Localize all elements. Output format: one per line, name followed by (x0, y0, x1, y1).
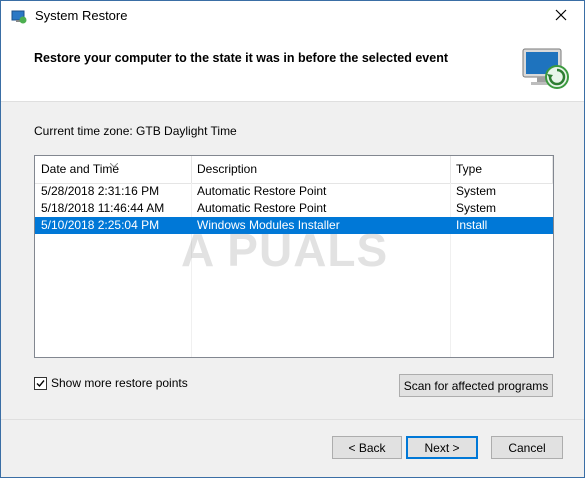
row-description: Automatic Restore Point (197, 201, 327, 215)
close-icon (555, 9, 567, 24)
timezone-label: Current time zone: GTB Daylight Time (34, 124, 237, 138)
show-more-checkbox[interactable] (34, 376, 47, 390)
system-restore-icon (11, 9, 27, 25)
watermark-logo: A PUALS (181, 224, 389, 276)
monitor-restore-icon (519, 43, 571, 93)
row-type: System (456, 201, 497, 215)
system-restore-window: System Restore Restore your computer to … (0, 0, 585, 478)
show-more-option[interactable]: Show more restore points (34, 376, 188, 390)
row-type: Install (456, 218, 488, 232)
scan-affected-programs-button[interactable]: Scan for affected programs (399, 374, 553, 397)
footer-divider (1, 419, 584, 420)
row-description: Automatic Restore Point (197, 184, 327, 198)
row-date: 5/28/2018 2:31:16 PM (41, 184, 160, 198)
sort-down-icon (109, 157, 119, 171)
row-type: System (456, 184, 497, 198)
column-separator (552, 156, 553, 183)
column-description[interactable]: Description (191, 156, 450, 183)
show-more-label: Show more restore points (51, 376, 188, 390)
next-button[interactable]: Next > (406, 436, 478, 459)
page-title: Restore your computer to the state it wa… (34, 51, 448, 65)
column-type[interactable]: Type (450, 156, 552, 183)
title-bar: System Restore (1, 1, 584, 31)
table-row[interactable]: 5/18/2018 11:46:44 AM Automatic Restore … (35, 200, 553, 217)
row-date: 5/10/2018 2:25:04 PM (41, 218, 160, 232)
wizard-header: Restore your computer to the state it wa… (1, 31, 584, 102)
back-button[interactable]: < Back (332, 436, 402, 459)
cancel-button[interactable]: Cancel (491, 436, 563, 459)
close-button[interactable] (538, 1, 584, 31)
table-row[interactable]: 5/28/2018 2:31:16 PM Automatic Restore P… (35, 183, 553, 200)
row-date: 5/18/2018 11:46:44 AM (41, 201, 165, 215)
list-header: Date and Time Description Type (35, 156, 553, 184)
window-title: System Restore (35, 8, 128, 23)
